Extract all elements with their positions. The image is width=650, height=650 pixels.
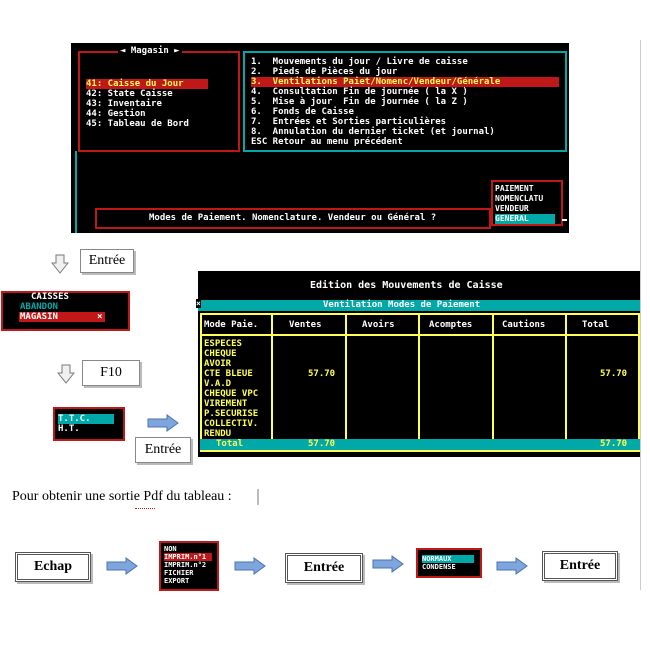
entree-key: Entrée <box>80 249 134 273</box>
spell-underline <box>135 506 155 509</box>
magasin-menu-box: ◄ Magasin ► 41: Caisse du Jour 42: State… <box>78 46 240 152</box>
header-mode: Mode Paie. <box>204 320 259 330</box>
page-edge <box>640 40 641 590</box>
arrow-right-icon <box>106 557 138 580</box>
ventilation-options-popup: PAIEMENT NOMENCLATU VENDEUR GENERAL <box>491 180 563 226</box>
echap-key: Echap <box>15 552 91 582</box>
edition-subtitle-bar: Ventilation Modes de Paiement <box>198 300 640 311</box>
popup-cursor <box>562 219 567 221</box>
option-paiement[interactable]: PAIEMENT <box>495 184 534 194</box>
format-option-normaux[interactable]: NORMAUX <box>422 555 474 563</box>
arrow-down-icon <box>56 364 76 389</box>
prompt-bar: Modes de Paiement. Nomenclature. Vendeur… <box>95 208 491 229</box>
mode-especes: ESPECES <box>204 339 242 349</box>
close-icon[interactable]: × <box>97 312 102 322</box>
submenu-item-2[interactable]: 2. Pieds de Pièces du jour <box>251 67 397 77</box>
entree-key: Entrée <box>285 553 363 583</box>
entree-key: Entrée <box>135 437 191 463</box>
prompt-text: Modes de Paiement. Nomenclature. Vendeur… <box>149 213 437 223</box>
option-ttc[interactable]: T.T.C. <box>58 414 114 424</box>
header-avoirs: Avoirs <box>362 320 395 330</box>
mode-cte-bleue: CTE BLEUE <box>204 369 253 379</box>
print-option-imprim1[interactable]: IMPRIM.n°1 <box>164 553 212 561</box>
screen-left-rule <box>75 151 77 233</box>
edition-subtitle: Ventilation Modes de Paiement <box>323 300 481 310</box>
header-ventes: Ventes <box>289 320 322 330</box>
menu-item-44[interactable]: 44: Gestion <box>86 109 146 119</box>
print-option-non[interactable]: NON <box>164 545 177 553</box>
caisse-magasin-row[interactable]: MAGASIN × <box>19 312 105 322</box>
arrow-right-icon <box>372 555 404 578</box>
cb-total-value: 57.70 <box>600 369 628 379</box>
total-ventes-value: 57.70 <box>308 439 336 449</box>
option-vendeur[interactable]: VENDEUR <box>495 204 529 214</box>
ventilation-table: Mode Paie. Ventes Avoirs Acomptes Cautio… <box>200 313 640 452</box>
submenu-item-1[interactable]: 1. Mouvements du jour / Livre de caisse <box>251 57 468 67</box>
submenu-item-5[interactable]: 5. Mise à jour Fin de journée ( la Z ) <box>251 97 468 107</box>
option-general[interactable]: GENERAL <box>495 214 555 224</box>
print-option-imprim2[interactable]: IMPRIM.n°2 <box>164 561 206 569</box>
entree-key: Entrée <box>542 551 618 581</box>
submenu-item-4[interactable]: 4. Consultation Fin de journée ( la X ) <box>251 87 468 97</box>
f10-key: F10 <box>82 360 140 386</box>
total-label: Total <box>216 439 244 449</box>
arrow-down-icon <box>50 254 70 279</box>
mode-rendu: RENDU <box>204 429 232 439</box>
mode-virement: VIREMENT <box>204 399 248 409</box>
option-nomenclature[interactable]: NOMENCLATU <box>495 194 543 204</box>
print-option-export[interactable]: EXPORT <box>164 577 189 585</box>
mode-collectiv: COLLECTIV. <box>204 419 259 429</box>
caisse-submenu-box: 1. Mouvements du jour / Livre de caisse … <box>243 51 567 152</box>
total-total-value: 57.70 <box>600 439 628 449</box>
caisses-popup: CAISSES ABANDON MAGASIN × <box>1 291 130 331</box>
mode-vad: V.A.D <box>204 379 232 389</box>
header-cautions: Cautions <box>502 320 546 330</box>
mode-p-securise: P.SECURISE <box>204 409 259 419</box>
format-option-condense[interactable]: CONDENSE <box>422 563 456 571</box>
edition-side-mark: × <box>196 299 201 308</box>
option-ht[interactable]: H.T. <box>58 424 80 434</box>
mode-avoir: AVOIR <box>204 359 232 369</box>
format-menu-popup: NORMAUX CONDENSE <box>416 548 482 578</box>
text-cursor <box>257 489 259 505</box>
total-row: Total 57.70 57.70 <box>200 439 640 450</box>
arrow-right-icon <box>147 414 179 437</box>
mode-cheque-vpc: CHEQUE VPC <box>204 389 259 399</box>
submenu-item-7[interactable]: 7. Entrées et Sorties particulières <box>251 117 446 127</box>
submenu-item-3[interactable]: 3. Ventilations Paiet/Nomenc/Vendeur/Gén… <box>251 77 559 87</box>
menu-item-41[interactable]: 41: Caisse du Jour <box>86 79 208 89</box>
caisse-magasin: MAGASIN <box>20 312 58 322</box>
submenu-item-esc[interactable]: ESC Retour au menu précédent <box>251 137 403 147</box>
print-option-fichier[interactable]: FICHIER <box>164 569 194 577</box>
menu-item-43[interactable]: 43: Inventaire <box>86 99 162 109</box>
main-terminal-screen: ◄ Magasin ► 41: Caisse du Jour 42: State… <box>71 43 569 233</box>
menu-item-45[interactable]: 45: Tableau de Bord <box>86 119 189 129</box>
submenu-item-8[interactable]: 8. Annulation du dernier ticket (et jour… <box>251 127 495 137</box>
print-menu-popup: NON IMPRIM.n°1 IMPRIM.n°2 FICHIER EXPORT <box>159 541 219 591</box>
menu-item-42[interactable]: 42: State Caisse <box>86 89 173 99</box>
magasin-title: ◄ Magasin ► <box>118 46 182 56</box>
caisses-title: CAISSES <box>31 292 69 302</box>
header-acomptes: Acomptes <box>429 320 473 330</box>
header-total: Total <box>582 320 610 330</box>
edition-title: Edition des Mouvements de Caisse <box>310 280 503 291</box>
cb-ventes-value: 57.70 <box>308 369 336 379</box>
arrow-right-icon <box>234 557 266 580</box>
arrow-right-icon <box>496 557 528 580</box>
pdf-instruction: Pour obtenir une sortie Pdf du tableau : <box>12 489 232 504</box>
submenu-item-6[interactable]: 6. Fonds de Caisse <box>251 107 354 117</box>
tva-popup: T.T.C. H.T. <box>53 407 125 441</box>
caisse-abandon[interactable]: ABANDON <box>20 302 58 312</box>
mode-cheque: CHEQUE <box>204 349 237 359</box>
